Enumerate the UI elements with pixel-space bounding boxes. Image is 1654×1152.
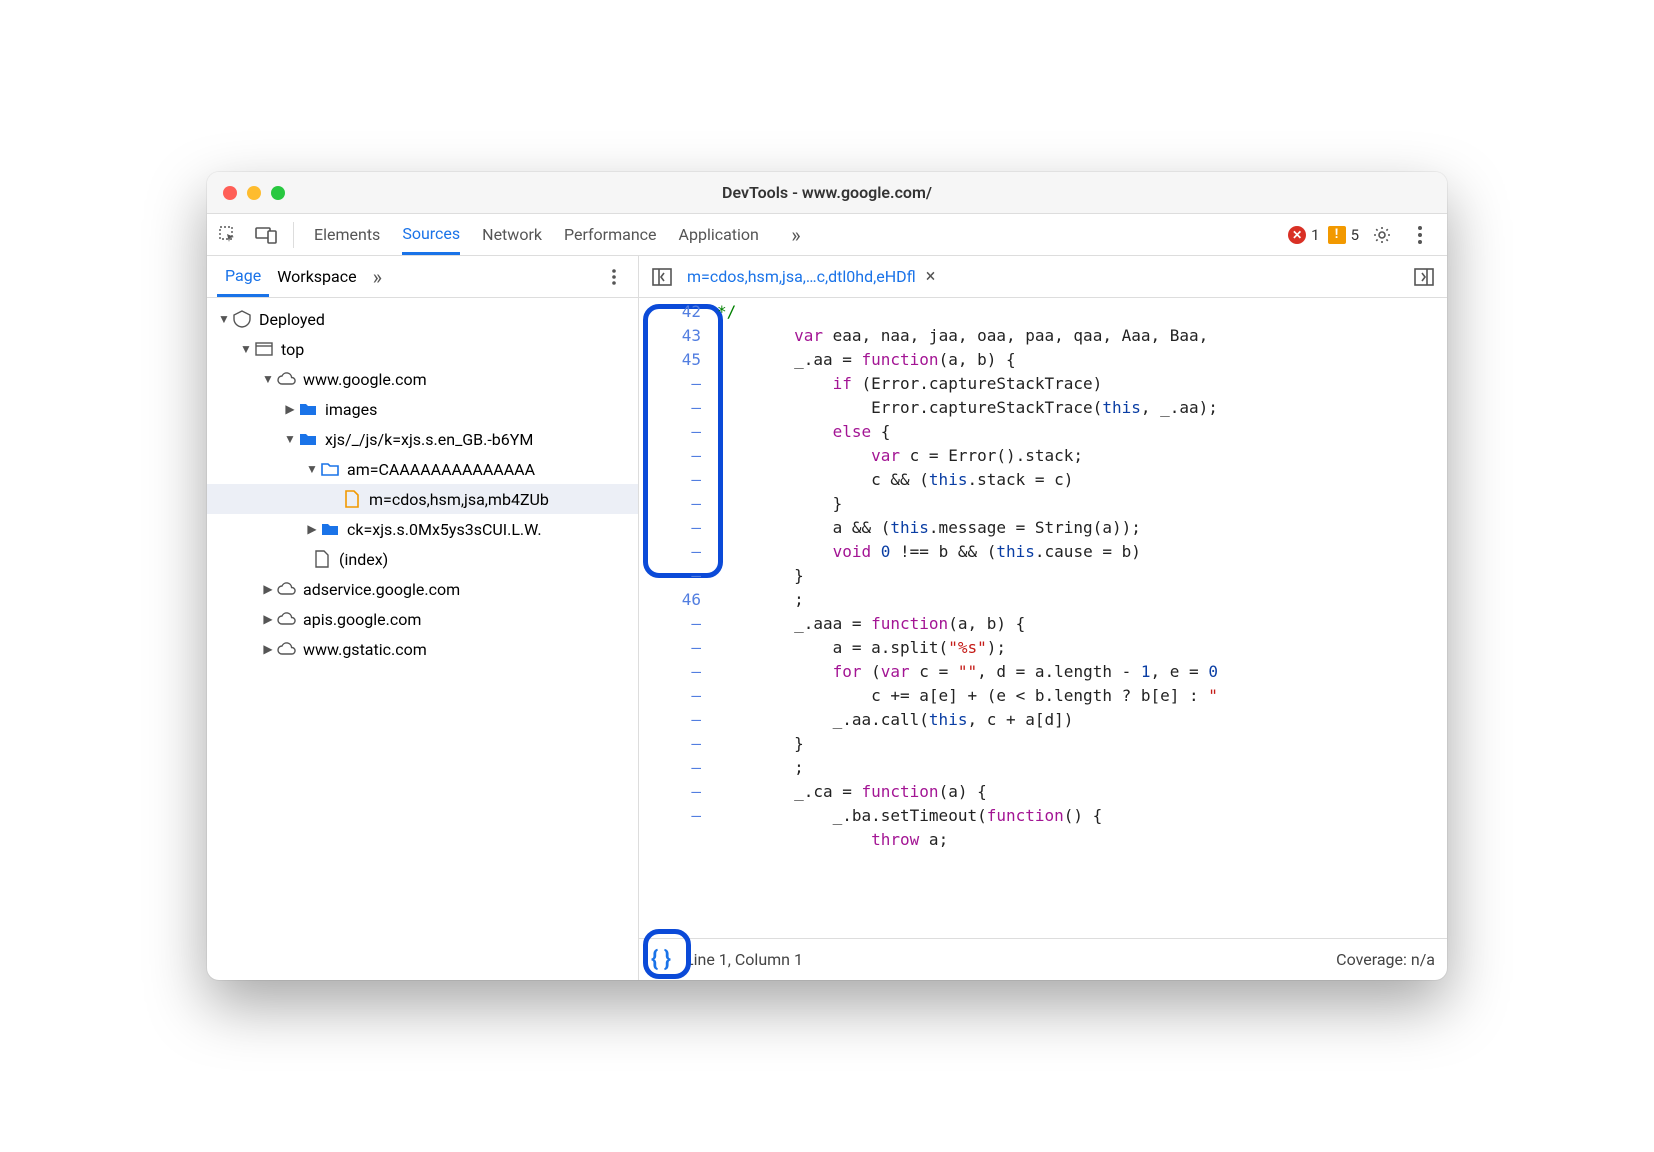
tree-am-folder[interactable]: ▼ am=CAAAAAAAAAAAAAA (207, 454, 638, 484)
toggle-debugger-icon[interactable] (1409, 262, 1439, 292)
toolbar-right: ✕ 1 ! 5 (1288, 220, 1435, 250)
navigator-kebab-icon[interactable] (600, 263, 628, 291)
main-tabs: Elements Sources Network Performance App… (314, 214, 1280, 255)
coverage-status: Coverage: n/a (1336, 950, 1435, 969)
file-icon (311, 550, 333, 568)
cloud-icon (275, 642, 297, 656)
close-window-button[interactable] (223, 186, 237, 200)
more-tabs-icon[interactable]: » (781, 220, 811, 250)
tab-network[interactable]: Network (482, 214, 542, 255)
code-editor[interactable]: 424345–––––––––46––––––––– */ var eaa, n… (639, 298, 1447, 938)
editor-tab-active[interactable]: m=cdos,hsm,jsa,…c,dtl0hd,eHDfl × (687, 266, 935, 287)
tree-adservice-label: adservice.google.com (303, 580, 460, 599)
tree-domain-google[interactable]: ▼ www.google.com (207, 364, 638, 394)
inspect-element-icon[interactable] (213, 220, 243, 250)
folder-icon (319, 522, 341, 536)
content-area: Page Workspace » ▼ Deployed ▼ (207, 256, 1447, 980)
cloud-icon (275, 612, 297, 626)
tree-top-label: top (281, 340, 304, 359)
editor-tab-label: m=cdos,hsm,jsa,…c,dtl0hd,eHDfl (687, 267, 916, 286)
devtools-window: DevTools - www.google.com/ Elements Sour… (207, 172, 1447, 980)
tree-domain-gstatic[interactable]: ▶ www.gstatic.com (207, 634, 638, 664)
folder-icon (297, 432, 319, 446)
warning-icon: ! (1328, 226, 1346, 244)
code-content[interactable]: */ var eaa, naa, jaa, oaa, paa, qaa, Aaa… (717, 298, 1447, 938)
tree-deployed[interactable]: ▼ Deployed (207, 304, 638, 334)
tree-selected-file-label: m=cdos,hsm,jsa,mb4ZUb (369, 490, 549, 509)
tree-gstatic-label: www.gstatic.com (303, 640, 427, 659)
minimize-window-button[interactable] (247, 186, 261, 200)
kebab-menu-icon[interactable] (1405, 220, 1435, 250)
tab-sources[interactable]: Sources (402, 214, 460, 255)
tree-index-file[interactable]: (index) (207, 544, 638, 574)
tree-ck-folder[interactable]: ▶ ck=xjs.s.0Mx5ys3sCUI.L.W. (207, 514, 638, 544)
tree-index-label: (index) (339, 550, 388, 569)
tree-xjs-label: xjs/_/js/k=xjs.s.en_GB.-b6YM (325, 430, 533, 449)
navigator-tab-workspace[interactable]: Workspace (269, 256, 364, 297)
toggle-navigator-icon[interactable] (647, 262, 677, 292)
tree-images-label: images (325, 400, 377, 419)
folder-icon (319, 462, 341, 476)
folder-icon (297, 402, 319, 416)
tree-xjs-folder[interactable]: ▼ xjs/_/js/k=xjs.s.en_GB.-b6YM (207, 424, 638, 454)
window-title: DevTools - www.google.com/ (722, 183, 932, 202)
pretty-print-button[interactable]: { } (651, 947, 671, 972)
tree-apis-label: apis.google.com (303, 610, 421, 629)
error-count-badge[interactable]: ✕ 1 (1288, 226, 1319, 244)
tree-images-folder[interactable]: ▶ images (207, 394, 638, 424)
tab-application[interactable]: Application (679, 214, 759, 255)
navigator-more-tabs-icon[interactable]: » (373, 265, 382, 289)
tree-top[interactable]: ▼ top (207, 334, 638, 364)
warning-count-badge[interactable]: ! 5 (1328, 226, 1359, 244)
navigator-panel: Page Workspace » ▼ Deployed ▼ (207, 256, 639, 980)
main-toolbar: Elements Sources Network Performance App… (207, 214, 1447, 256)
navigator-tab-page[interactable]: Page (217, 256, 269, 297)
close-tab-icon[interactable]: × (926, 266, 936, 287)
error-icon: ✕ (1288, 226, 1306, 244)
tree-ck-label: ck=xjs.s.0Mx5ys3sCUI.L.W. (347, 520, 542, 539)
titlebar: DevTools - www.google.com/ (207, 172, 1447, 214)
settings-icon[interactable] (1367, 220, 1397, 250)
cloud-icon (275, 372, 297, 386)
file-tree: ▼ Deployed ▼ top ▼ (207, 298, 638, 980)
tree-am-label: am=CAAAAAAAAAAAAAA (347, 460, 535, 479)
cursor-position: Line 1, Column 1 (685, 950, 803, 969)
window-controls (223, 186, 285, 200)
toolbar-separator (293, 222, 294, 248)
tree-deployed-label: Deployed (259, 310, 325, 329)
tree-domain-apis[interactable]: ▶ apis.google.com (207, 604, 638, 634)
frame-icon (253, 342, 275, 356)
error-count: 1 (1311, 226, 1319, 244)
line-gutter[interactable]: 424345–––––––––46––––––––– (639, 298, 717, 938)
maximize-window-button[interactable] (271, 186, 285, 200)
tab-performance[interactable]: Performance (564, 214, 657, 255)
tree-domain-adservice[interactable]: ▶ adservice.google.com (207, 574, 638, 604)
tree-selected-file[interactable]: m=cdos,hsm,jsa,mb4ZUb (207, 484, 638, 514)
editor-tabs: m=cdos,hsm,jsa,…c,dtl0hd,eHDfl × (639, 256, 1447, 298)
tree-domain-google-label: www.google.com (303, 370, 427, 389)
editor-panel: m=cdos,hsm,jsa,…c,dtl0hd,eHDfl × 424345–… (639, 256, 1447, 980)
editor-status-bar: { } Line 1, Column 1 Coverage: n/a (639, 938, 1447, 980)
cloud-icon (275, 582, 297, 596)
navigator-tabs: Page Workspace » (207, 256, 638, 298)
tab-elements[interactable]: Elements (314, 214, 380, 255)
js-file-icon (341, 490, 363, 508)
device-toolbar-icon[interactable] (251, 220, 281, 250)
deployed-icon (231, 310, 253, 328)
warning-count: 5 (1351, 226, 1359, 244)
